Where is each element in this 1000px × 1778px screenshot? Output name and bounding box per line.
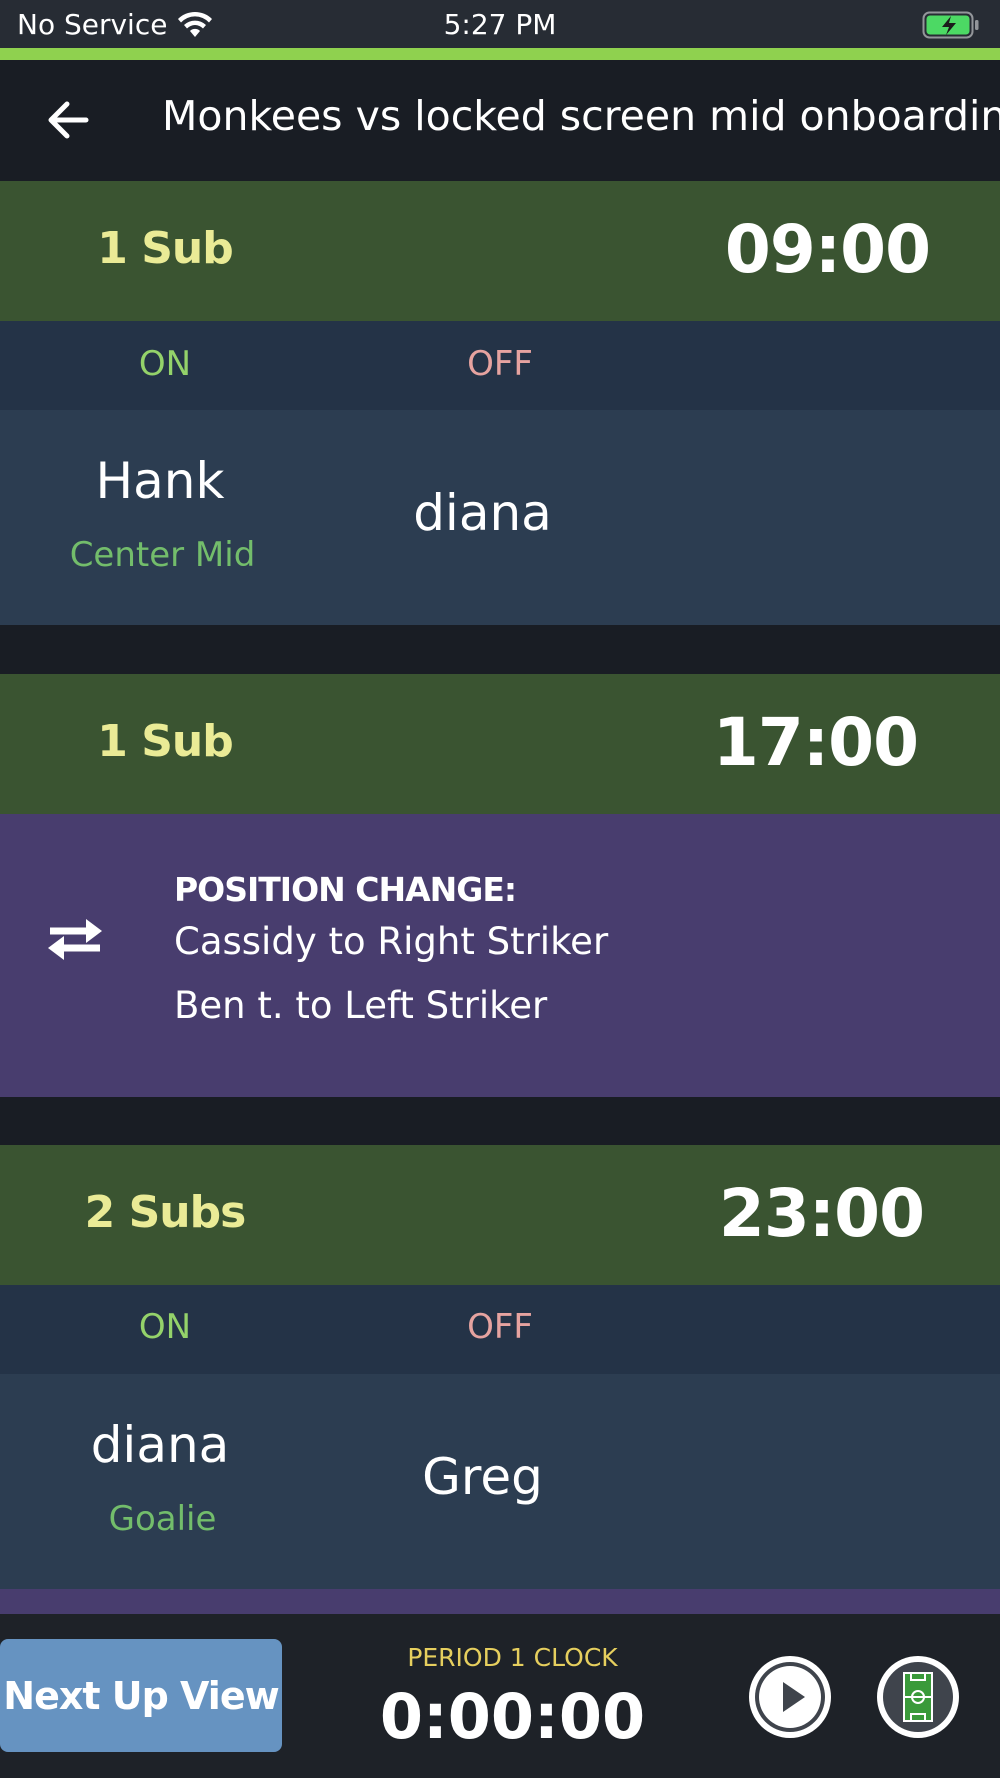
- field-view-button[interactable]: [877, 1656, 959, 1738]
- off-label: OFF: [467, 344, 533, 384]
- back-button[interactable]: [40, 90, 96, 150]
- sub-event-header[interactable]: 2 Subs 23:00: [0, 1145, 1000, 1285]
- battery-charging-icon: [922, 11, 979, 39]
- position-change-line: Cassidy to Right Striker: [174, 920, 609, 963]
- position-change-card[interactable]: POSITION CHANGE: Cassidy to Right Strike…: [0, 814, 1000, 1097]
- bottom-bar: Next Up View PERIOD 1 CLOCK 0:00:00: [0, 1614, 1000, 1778]
- nav-bar: Monkees vs locked screen mid onboarding: [0, 60, 1000, 181]
- next-up-view-button[interactable]: Next Up View: [0, 1639, 282, 1752]
- off-label: OFF: [467, 1307, 533, 1347]
- page-title: Monkees vs locked screen mid onboarding: [162, 92, 1000, 140]
- back-arrow-icon: [48, 101, 89, 139]
- on-label: ON: [138, 344, 192, 384]
- soccer-field-icon: [903, 1672, 933, 1722]
- on-off-header: ON OFF: [0, 1285, 1000, 1374]
- sub-event-header[interactable]: 1 Sub 09:00: [0, 181, 1000, 321]
- position-change-title: POSITION CHANGE:: [174, 870, 517, 909]
- play-button-inner: [755, 1662, 825, 1732]
- sub-count: 1 Sub: [97, 716, 233, 767]
- sub-time: 23:00: [718, 1175, 925, 1252]
- on-player-position: Center Mid: [69, 535, 256, 575]
- sub-time: 17:00: [712, 704, 919, 781]
- field-button-inner: [883, 1662, 953, 1732]
- status-bar: No Service 5:27 PM: [0, 0, 1000, 48]
- on-player-name: diana: [90, 1416, 230, 1474]
- sub-count: 1 Sub: [97, 223, 233, 274]
- next-event-card-peek[interactable]: [0, 1589, 1000, 1614]
- sub-time: 09:00: [724, 211, 931, 288]
- sub-player-row[interactable]: diana Goalie Greg: [0, 1374, 1000, 1589]
- position-change-line: Ben t. to Left Striker: [174, 984, 548, 1027]
- play-icon: [759, 1666, 821, 1728]
- sub-player-row[interactable]: Hank Center Mid diana: [0, 410, 1000, 625]
- sub-event-header[interactable]: 1 Sub 17:00: [0, 674, 1000, 814]
- swap-arrows-icon: [48, 919, 102, 960]
- on-label: ON: [138, 1307, 192, 1347]
- period-clock: 0:00:00: [379, 1680, 646, 1753]
- on-player-position: Goalie: [108, 1499, 217, 1539]
- on-player-name: Hank: [95, 452, 225, 510]
- off-player-name: diana: [413, 484, 552, 542]
- play-button[interactable]: [749, 1656, 831, 1738]
- top-accent-line: [0, 48, 1000, 60]
- on-off-header: ON OFF: [0, 321, 1000, 410]
- status-time: 5:27 PM: [443, 8, 557, 41]
- period-clock-label: PERIOD 1 CLOCK: [407, 1643, 618, 1672]
- off-player-name: Greg: [422, 1448, 543, 1506]
- sub-count: 2 Subs: [84, 1187, 247, 1238]
